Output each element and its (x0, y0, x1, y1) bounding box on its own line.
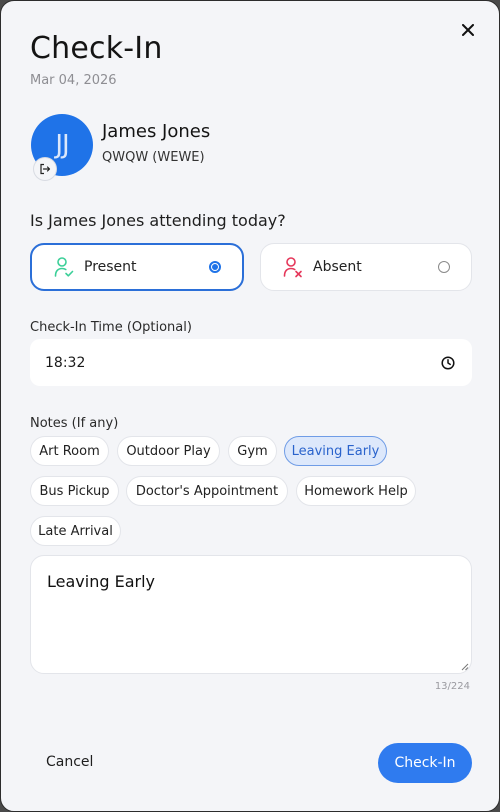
avatar-initials: JJ (55, 130, 69, 160)
note-chip-doctors-appointment[interactable]: Doctor's Appointment (126, 476, 288, 506)
cancel-button[interactable]: Cancel (46, 754, 93, 770)
note-chip-bus-pickup[interactable]: Bus Pickup (30, 476, 119, 506)
user-check-icon (54, 255, 76, 279)
absent-option[interactable]: Absent (260, 243, 472, 291)
note-chip-gym[interactable]: Gym (228, 436, 277, 466)
note-chip-leaving-early[interactable]: Leaving Early (284, 436, 387, 466)
notes-char-counter: 13/224 (434, 681, 470, 692)
present-radio[interactable] (209, 261, 221, 273)
present-label: Present (84, 259, 137, 275)
page-title: Check-In (30, 31, 163, 66)
user-x-icon (283, 255, 305, 279)
check-in-modal: Check-In Mar 04, 2026 JJ James Jones QWQ… (0, 0, 500, 812)
note-chip-homework-help[interactable]: Homework Help (296, 476, 416, 506)
check-in-time-value: 18:32 (45, 354, 86, 371)
check-in-time-input[interactable]: 18:32 (30, 339, 472, 386)
absent-radio[interactable] (438, 261, 450, 273)
check-in-date: Mar 04, 2026 (30, 73, 117, 88)
logout-icon (40, 163, 51, 175)
absent-label: Absent (313, 259, 362, 275)
avatar-badge (34, 158, 56, 180)
notes-text: Leaving Early (47, 572, 155, 591)
close-icon (462, 24, 474, 36)
check-in-time-label: Check-In Time (Optional) (30, 320, 192, 335)
clock-icon[interactable] (441, 355, 455, 370)
resize-grip-icon[interactable] (459, 661, 469, 671)
note-chip-art-room[interactable]: Art Room (30, 436, 109, 466)
check-in-button[interactable]: Check-In (378, 743, 472, 783)
note-chip-outdoor-play[interactable]: Outdoor Play (117, 436, 220, 466)
notes-textarea[interactable]: Leaving Early (30, 555, 472, 674)
note-chip-late-arrival[interactable]: Late Arrival (30, 516, 121, 546)
attendance-question: Is James Jones attending today? (30, 211, 286, 230)
student-classroom: QWQW (WEWE) (102, 150, 205, 165)
notes-label: Notes (If any) (30, 416, 119, 431)
student-name: James Jones (102, 121, 211, 142)
present-option[interactable]: Present (30, 243, 244, 291)
close-button[interactable] (455, 17, 481, 43)
